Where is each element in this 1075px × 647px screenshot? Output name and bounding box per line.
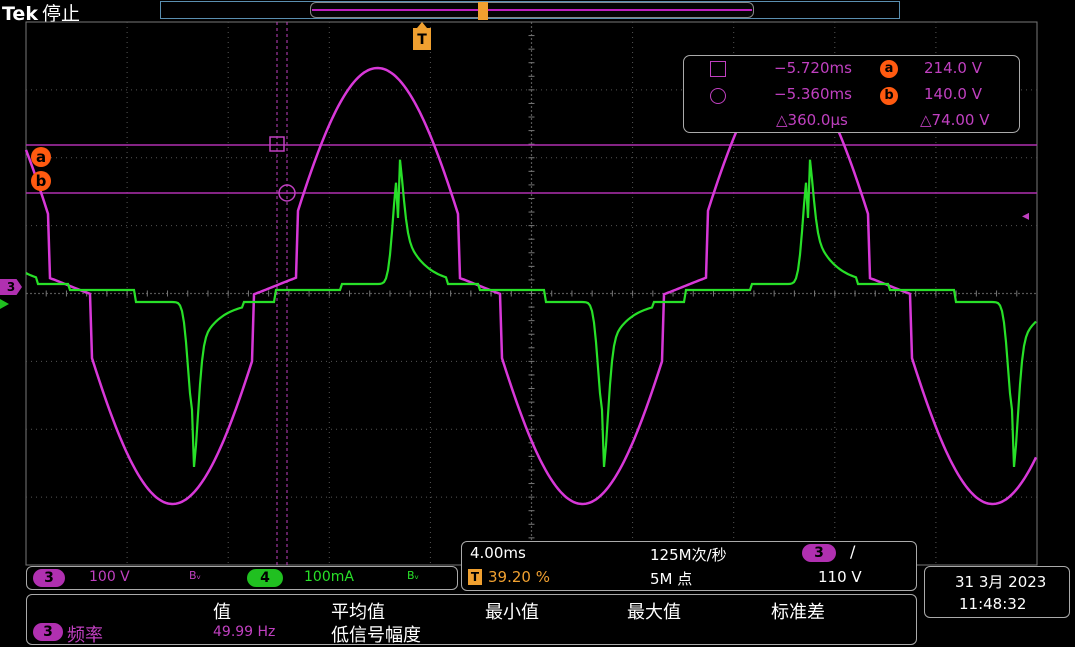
trigger-source-badge[interactable]: 3: [802, 544, 836, 562]
meas-header-min: 最小值: [485, 602, 539, 623]
trigger-position-t-icon: T: [468, 569, 482, 585]
trigger-level-arrow-icon[interactable]: ◂: [1022, 208, 1029, 224]
meas-name[interactable]: 频率: [67, 621, 103, 647]
time: 11:48:32: [959, 595, 1027, 613]
ch4-waveform: [25, 159, 1037, 468]
measurement-panel[interactable]: 值 平均值 最小值 最大值 标准差 3 频率 49.99 Hz 低信号幅度: [26, 594, 917, 647]
cursor-b-value: 140.0 V: [924, 85, 982, 103]
cursor-delta-value: △74.00 V: [920, 111, 990, 129]
cursor-a-value: 214.0 V: [924, 59, 982, 77]
ch4-scale[interactable]: 100mA: [304, 569, 354, 585]
sample-rate: 125M次/秒: [650, 546, 727, 564]
channel-settings-bar[interactable]: 3 100 V Bᵥ 4 100mA Bᵥ: [26, 566, 458, 590]
ref-marker-a[interactable]: a: [31, 147, 51, 167]
ch4-badge[interactable]: 4: [247, 569, 283, 587]
cursor-a-marker: a: [880, 60, 898, 78]
meas-warning: 低信号幅度: [331, 625, 421, 646]
acquisition-panel[interactable]: 4.00ms 125M次/秒 3 / T 39.20 % 5M 点 110 V: [461, 541, 917, 591]
ref-marker-b[interactable]: b: [31, 171, 51, 191]
cursor-b-time: −5.360ms: [774, 85, 852, 103]
ch3-badge[interactable]: 3: [33, 569, 65, 587]
trigger-marker[interactable]: T: [413, 22, 431, 50]
trigger-level[interactable]: 110 V: [818, 568, 862, 586]
ch3-bw-limit-icon: Bᵥ: [189, 569, 202, 582]
ch4-offset-marker[interactable]: [0, 299, 9, 309]
meas-header-value: 值: [213, 602, 231, 623]
ch4-bw-limit-icon: Bᵥ: [407, 569, 420, 582]
circle-cursor-icon: [710, 88, 726, 104]
trigger-slope-icon: /: [850, 542, 856, 561]
ch3-scale[interactable]: 100 V: [89, 569, 130, 585]
meas-value: 49.99 Hz: [213, 624, 276, 640]
timebase[interactable]: 4.00ms: [470, 544, 526, 562]
cursor-delta-time: △360.0μs: [776, 111, 848, 129]
trigger-position[interactable]: 39.20 %: [488, 568, 550, 586]
record-length[interactable]: 5M 点: [650, 568, 692, 589]
meas-header-stddev: 标准差: [771, 602, 825, 623]
square-cursor-icon: [710, 61, 726, 77]
date: 31 3月 2023: [955, 573, 1047, 591]
meas-header-max: 最大值: [627, 602, 681, 623]
cursor-readout-panel[interactable]: −5.720ms a 214.0 V −5.360ms b 140.0 V △3…: [683, 55, 1020, 133]
meas-source-badge[interactable]: 3: [33, 623, 63, 641]
cursor-a-time: −5.720ms: [774, 59, 852, 77]
datetime-panel: 31 3月 2023 11:48:32: [924, 566, 1070, 618]
cursor-b-marker: b: [880, 87, 898, 105]
